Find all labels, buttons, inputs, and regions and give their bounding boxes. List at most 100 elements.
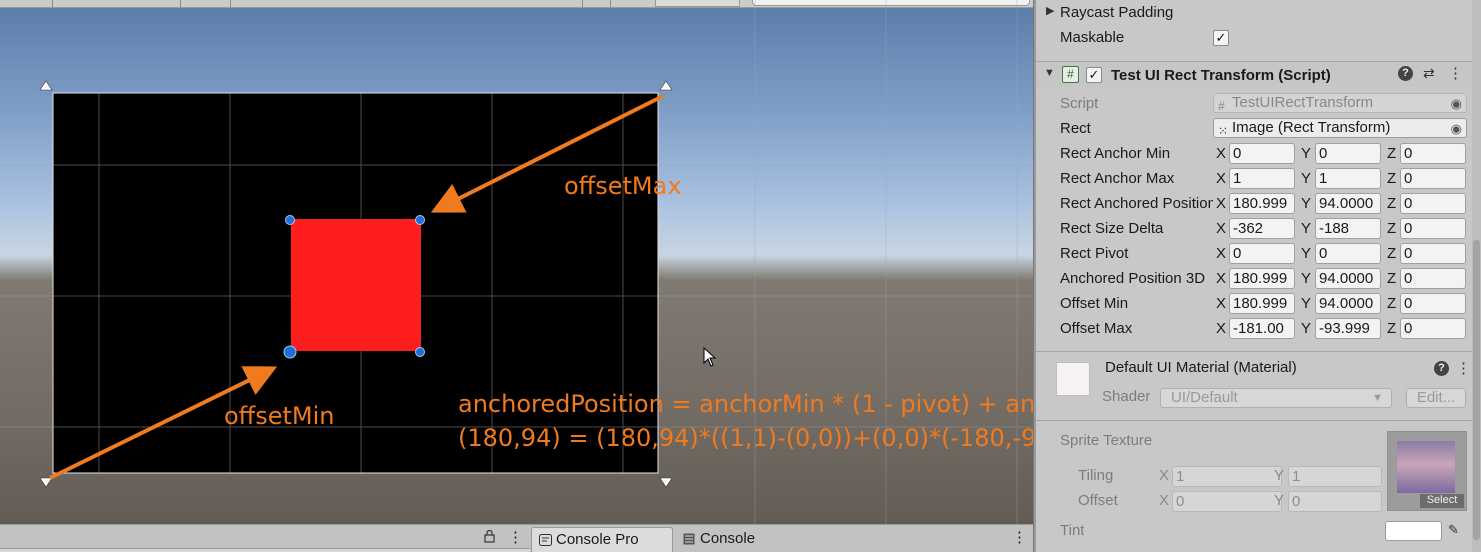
vector-row-label: Rect Pivot	[1060, 245, 1129, 262]
tab-console-pro[interactable]: Console Pro	[531, 527, 673, 552]
script-field-value: TestUIRectTransform	[1232, 94, 1374, 111]
z-field[interactable]: 0	[1400, 143, 1466, 164]
maskable-label: Maskable	[1060, 29, 1125, 46]
vector-row: Rect Pivot X 0 Y 0 Z 0	[1036, 242, 1472, 267]
z-field[interactable]: 0	[1400, 243, 1466, 264]
sprite-texture-label: Sprite Texture	[1060, 432, 1153, 449]
axis-z-label: Z	[1387, 320, 1397, 337]
x-field[interactable]: 0	[1229, 143, 1295, 164]
tiling-y-field: 1	[1288, 466, 1382, 487]
kebab-menu-icon[interactable]: ⋮	[508, 528, 523, 546]
material-menu-icon[interactable]: ⋮	[1456, 359, 1471, 377]
script-label: Script	[1060, 95, 1099, 112]
handle-top-left[interactable]	[285, 215, 295, 225]
axis-x-label: X	[1216, 295, 1227, 312]
axis-x-label: X	[1216, 320, 1227, 337]
y-field[interactable]: 94.0000	[1315, 293, 1381, 314]
left-panel-strip	[0, 548, 530, 552]
foldout-arrow-icon[interactable]: ▶	[1046, 4, 1054, 17]
x-field[interactable]: -181.00	[1229, 318, 1295, 339]
offset-min-label: offsetMin	[224, 402, 335, 430]
script-icon: #	[1062, 66, 1079, 83]
axis-z-label: Z	[1387, 145, 1397, 162]
sprite-texture-slot[interactable]: Select	[1387, 431, 1467, 511]
component-header[interactable]: ▼ # ✓ Test UI Rect Transform (Script) ? …	[1036, 61, 1472, 87]
anchor-top-left[interactable]	[39, 80, 53, 91]
axis-z-label: Z	[1387, 195, 1397, 212]
y-field[interactable]: 94.0000	[1315, 268, 1381, 289]
preset-icon[interactable]: ⇄	[1423, 65, 1435, 82]
console-icon	[683, 533, 695, 545]
z-field[interactable]: 0	[1400, 318, 1466, 339]
x-field[interactable]: 0	[1229, 243, 1295, 264]
y-field[interactable]: 0	[1315, 243, 1381, 264]
component-title: Test UI Rect Transform (Script)	[1111, 67, 1331, 84]
help-icon[interactable]: ?	[1434, 361, 1449, 376]
axis-z-label: Z	[1387, 220, 1397, 237]
tab-console[interactable]: Console	[676, 527, 816, 552]
rect-field[interactable]: ⁙ Image (Rect Transform) ◉	[1213, 118, 1467, 138]
script-field: # TestUIRectTransform ◉	[1213, 93, 1467, 113]
component-menu-icon[interactable]: ⋮	[1448, 64, 1463, 82]
raycast-padding-row[interactable]: ▶ Raycast Padding	[1036, 1, 1472, 26]
y-field[interactable]: -93.999	[1315, 318, 1381, 339]
z-field[interactable]: 0	[1400, 168, 1466, 189]
x-field[interactable]: 1	[1229, 168, 1295, 189]
select-texture-button[interactable]: Select	[1420, 494, 1464, 508]
anchor-top-right[interactable]	[659, 80, 673, 91]
component-enabled-checkbox[interactable]: ✓	[1086, 67, 1102, 83]
tint-color-field[interactable]	[1385, 521, 1442, 541]
z-field[interactable]: 0	[1400, 193, 1466, 214]
edit-shader-button: Edit...	[1406, 388, 1466, 408]
help-icon[interactable]: ?	[1398, 66, 1413, 81]
handle-top-right[interactable]	[415, 215, 425, 225]
vector-row: Rect Anchor Min X 0 Y 0 Z 0	[1036, 142, 1472, 167]
kebab-menu-icon[interactable]: ⋮	[1012, 528, 1027, 546]
handle-pivot[interactable]	[283, 345, 297, 359]
axis-y-label: Y	[1301, 145, 1312, 162]
offset-max-label: offsetMax	[564, 172, 682, 200]
raycast-padding-label: Raycast Padding	[1060, 4, 1174, 21]
tiling-x-field: 1	[1172, 466, 1282, 487]
x-field[interactable]: 180.999	[1229, 293, 1295, 314]
axis-x-label: X	[1159, 467, 1170, 484]
offset-label: Offset	[1078, 492, 1118, 509]
selected-image-rect[interactable]	[291, 219, 421, 351]
y-field[interactable]: -188	[1315, 218, 1381, 239]
vector-row-label: Offset Min	[1060, 295, 1129, 312]
anchor-bottom-right[interactable]	[659, 477, 673, 488]
y-field[interactable]: 0	[1315, 143, 1381, 164]
vector-row: Rect Size Delta X -362 Y -188 Z 0	[1036, 217, 1472, 242]
z-field[interactable]: 0	[1400, 218, 1466, 239]
object-picker-icon[interactable]: ◉	[1451, 120, 1462, 137]
x-field[interactable]: 180.999	[1229, 268, 1295, 289]
vector-row-label: Rect Anchor Min	[1060, 145, 1171, 162]
maskable-checkbox[interactable]: ✓	[1213, 30, 1229, 46]
vector-row: Offset Max X -181.00 Y -93.999 Z 0	[1036, 317, 1472, 342]
z-field[interactable]: 0	[1400, 268, 1466, 289]
inspector-scrollbar[interactable]	[1472, 0, 1481, 552]
formula-line-1: anchoredPosition = anchorMin * (1 - pivo…	[458, 390, 1033, 418]
axis-z-label: Z	[1387, 245, 1397, 262]
handle-bottom-right[interactable]	[415, 347, 425, 357]
x-field[interactable]: -362	[1229, 218, 1295, 239]
axis-x-label: X	[1216, 245, 1227, 262]
z-field[interactable]: 0	[1400, 293, 1466, 314]
eyedropper-icon[interactable]: ✎	[1448, 522, 1459, 538]
anchor-bottom-left[interactable]	[39, 477, 53, 488]
y-field[interactable]: 94.0000	[1315, 193, 1381, 214]
sprite-texture-preview	[1397, 441, 1455, 493]
foldout-open-icon[interactable]: ▼	[1044, 67, 1055, 79]
scene-view[interactable]: offsetMax offsetMin anchoredPosition = a…	[0, 0, 1033, 524]
y-field[interactable]: 1	[1315, 168, 1381, 189]
axis-x-label: X	[1216, 170, 1227, 187]
tab-label: Console Pro	[556, 531, 639, 548]
x-field[interactable]: 180.999	[1229, 193, 1295, 214]
tiling-label: Tiling	[1078, 467, 1114, 484]
lock-icon[interactable]	[484, 530, 495, 543]
axis-z-label: Z	[1387, 270, 1397, 287]
scrollbar-thumb[interactable]	[1473, 240, 1480, 540]
shader-label: Shader	[1102, 388, 1151, 405]
axis-y-label: Y	[1301, 195, 1312, 212]
axis-y-label: Y	[1301, 245, 1312, 262]
